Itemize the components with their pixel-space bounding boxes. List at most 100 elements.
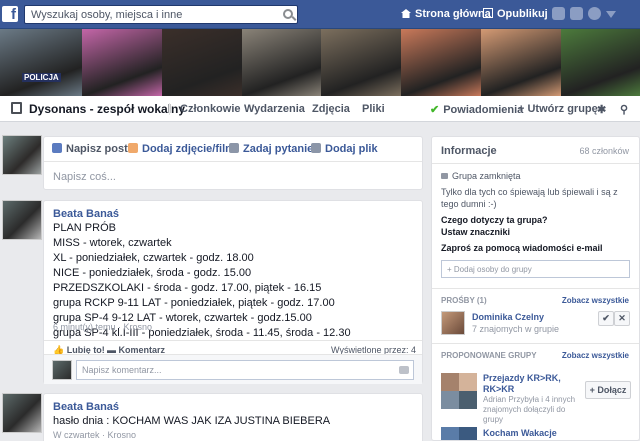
group-nav-bar: Dysonans - zespół wokalny Członkowie Wyd… <box>0 96 640 122</box>
suggested-title: PROPONOWANE GRUPY <box>441 351 537 360</box>
divider <box>432 343 639 344</box>
post-timestamp[interactable]: 6 minut(y) temu · Krosno <box>53 322 152 332</box>
post-line: MISS - wtorek, czwartek <box>53 237 172 249</box>
photo-icon <box>128 143 138 153</box>
closed-group-label: Grupa zamknięta <box>441 170 521 182</box>
camera-icon[interactable] <box>399 366 409 374</box>
set-tags-link[interactable]: Ustaw znaczniki <box>441 227 510 237</box>
avatar[interactable] <box>2 393 42 433</box>
post-card: Beata Banaś PLAN PRÓB MISS - wtorek, czw… <box>43 200 423 384</box>
see-all-requests-link[interactable]: Zobacz wszystkie <box>562 296 629 305</box>
request-name[interactable]: Dominika Czelny <box>472 312 544 322</box>
search-icon[interactable] <box>283 9 293 19</box>
cover-photo[interactable] <box>481 29 561 96</box>
requests-title: PROŚBY (1) <box>441 296 487 305</box>
cover-photo[interactable] <box>242 29 321 96</box>
edit-icon <box>483 8 493 18</box>
notifications-button[interactable]: ✔ Powiadomienia <box>430 103 523 116</box>
tab-files[interactable]: Pliki <box>362 103 385 115</box>
add-people-input[interactable] <box>442 261 629 277</box>
about-question: Czego dotyczy ta grupa? <box>441 215 548 225</box>
home-label: Strona główna <box>415 8 491 20</box>
facebook-logo-icon[interactable]: f <box>2 6 18 22</box>
cover-photo[interactable] <box>321 29 401 96</box>
member-count[interactable]: 68 członków <box>579 146 629 156</box>
jewel-icons <box>552 7 621 21</box>
friend-requests-icon[interactable] <box>552 7 565 20</box>
cover-photo-collage[interactable]: POLICJA <box>0 29 640 96</box>
file-icon <box>311 143 321 153</box>
post-card: Beata Banaś hasło dnia : KOCHAM WAS JAK … <box>43 393 423 441</box>
tab-photos[interactable]: Zdjęcia <box>312 103 350 115</box>
composer-input[interactable]: Napisz coś... <box>53 171 116 183</box>
lock-icon <box>441 173 448 179</box>
composer: Napisz post Dodaj zdjęcie/film Zadaj pyt… <box>43 136 423 190</box>
settings-arrow-icon[interactable] <box>606 11 616 18</box>
post-line: PLAN PRÓB <box>53 222 116 234</box>
invite-email-link[interactable]: Zaproś za pomocą wiadomości e-mail <box>441 243 603 253</box>
notifications-label: Powiadomienia <box>443 104 524 116</box>
see-all-suggested-link[interactable]: Zobacz wszystkie <box>562 351 629 360</box>
decline-button[interactable]: ✕ <box>614 311 630 326</box>
search-group-icon[interactable]: ⚲ <box>620 103 628 116</box>
cover-photo[interactable] <box>162 29 242 96</box>
gear-icon[interactable]: ✱ <box>597 103 606 116</box>
cover-photo[interactable] <box>82 29 162 96</box>
tab-events[interactable]: Wydarzenia <box>244 103 305 115</box>
publish-link[interactable]: Opublikuj <box>483 0 548 29</box>
suggested-group-name[interactable]: Kocham Wakacje <box>483 428 557 439</box>
question-icon <box>229 143 239 153</box>
group-name[interactable]: Dysonans - zespół wokalny <box>29 102 185 116</box>
suggested-group-thumbnail[interactable] <box>441 373 477 409</box>
tab-ask-question[interactable]: Zadaj pytanie <box>229 143 313 155</box>
cover-photo[interactable]: POLICJA <box>0 29 82 96</box>
messages-icon[interactable] <box>570 7 583 20</box>
tab-members[interactable]: Członkowie <box>169 103 241 115</box>
create-group-button[interactable]: + Utwórz grupę <box>518 103 598 115</box>
cover-photo[interactable] <box>561 29 640 96</box>
add-people-field[interactable] <box>441 260 630 278</box>
comment-box[interactable] <box>76 360 414 380</box>
divider <box>432 163 639 164</box>
post-text: hasło dnia : KOCHAM WAS JAK IZA JUSTINA … <box>53 414 413 429</box>
join-group-button[interactable]: + Dołącz <box>585 381 631 399</box>
post-line: NICE - poniedziałek, środa - godz. 15.00 <box>53 267 252 279</box>
check-icon: ✔ <box>430 104 440 116</box>
closed-text: Grupa zamknięta <box>452 171 521 181</box>
post-line: hasło dnia : KOCHAM WAS JAK IZA JUSTINA … <box>53 415 331 427</box>
composer-tabs: Napisz post Dodaj zdjęcie/film Zadaj pyt… <box>44 137 422 162</box>
avatar[interactable] <box>2 135 42 175</box>
post-author[interactable]: Beata Banaś <box>53 208 119 220</box>
group-icon <box>11 102 22 114</box>
tab-add-file[interactable]: Dodaj plik <box>311 143 378 155</box>
police-badge-text: POLICJA <box>22 73 61 82</box>
avatar[interactable] <box>441 311 465 335</box>
post-line: XL - poniedziałek, czwartek - godz. 18.0… <box>53 252 254 264</box>
comment-input[interactable] <box>77 361 380 379</box>
post-author[interactable]: Beata Banaś <box>53 401 119 413</box>
tab-add-photo[interactable]: Dodaj zdjęcie/film <box>128 143 235 155</box>
info-sidebar: Informacje 68 członków Grupa zamknięta T… <box>431 136 640 441</box>
post-line: grupa RCKP 9-11 LAT - poniedziałek, piąt… <box>53 297 335 309</box>
divider <box>432 288 639 289</box>
tab-label: Zadaj pytanie <box>243 143 314 155</box>
tab-label: Dodaj plik <box>325 143 378 155</box>
suggested-group-thumbnail[interactable] <box>441 427 477 440</box>
approve-button[interactable]: ✔ <box>598 311 614 326</box>
group-description: Tylko dla tych co śpiewają lub śpiewali … <box>441 187 618 209</box>
search-input[interactable] <box>25 6 275 23</box>
tab-write-post[interactable]: Napisz post <box>52 143 128 155</box>
post-line: PRZEDSZKOLAKI - środa - godz. 17.00, pią… <box>53 282 322 294</box>
avatar <box>52 360 72 380</box>
post-timestamp[interactable]: W czwartek · Krosno <box>53 430 136 440</box>
suggested-group-name[interactable]: Przejazdy KR>RK, RK>KR <box>483 373 578 395</box>
notifications-globe-icon[interactable] <box>588 7 601 20</box>
suggested-group-info: Adrian Przybyła i 4 innych znajomych doł… <box>483 395 576 424</box>
publish-label: Opublikuj <box>497 8 548 20</box>
search-box[interactable] <box>24 5 298 24</box>
home-link[interactable]: Strona główna <box>401 0 491 29</box>
request-mutual[interactable]: 7 znajomych w grupie <box>472 324 559 334</box>
cover-photo[interactable] <box>401 29 481 96</box>
sidebar-title: Informacje <box>441 145 497 157</box>
avatar[interactable] <box>2 200 42 240</box>
